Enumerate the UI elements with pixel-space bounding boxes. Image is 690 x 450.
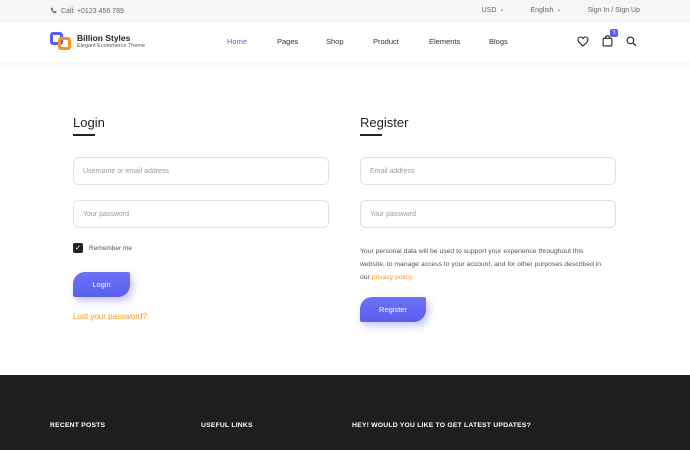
brand-name: Billion Styles [77, 32, 131, 43]
login-section: Login Username or email address Your pas… [73, 115, 329, 321]
remember-checkbox[interactable]: ✓ [73, 243, 83, 253]
nav-home[interactable]: Home [227, 37, 277, 46]
language-select[interactable]: English ⌄ [530, 7, 561, 14]
privacy-text-line: Your personal data will be used to suppo… [360, 248, 584, 255]
nav-product[interactable]: Product [373, 37, 429, 46]
chevron-down-icon: ⌄ [556, 7, 562, 13]
site-footer: RECENT POSTS USEFUL LINKS HEY! WOULD YOU… [0, 375, 690, 450]
email-field[interactable]: Email address [360, 157, 616, 185]
privacy-text-line: website, to manage access to your accoun… [360, 261, 602, 268]
nav-blogs[interactable]: Blogs [489, 37, 508, 46]
logo-mark-icon [50, 30, 72, 52]
lost-password-link[interactable]: Lost your password? [73, 312, 147, 321]
phone-icon [50, 7, 57, 16]
brand-tagline: Elegant Ecommerce Theme [77, 42, 146, 49]
language-label: English [530, 7, 554, 14]
register-password-field[interactable]: Your password [360, 200, 616, 228]
main-nav: Home Pages Shop Product Elements Blogs [227, 37, 508, 46]
footer-useful-links-heading: USEFUL LINKS [201, 422, 253, 429]
site-header: Billion Styles Elegant Ecommerce Theme H… [0, 22, 690, 62]
nav-shop[interactable]: Shop [326, 37, 373, 46]
top-bar: Call: +0123 456 789 USD ⌄ English ⌄ Sign I… [0, 0, 690, 22]
footer-recent-posts-heading: RECENT POSTS [50, 422, 106, 429]
footer-newsletter-heading: HEY! WOULD YOU LIKE TO GET LATEST UPDATE… [352, 422, 531, 429]
sign-in-link[interactable]: Sign In / Sign Up [587, 7, 640, 14]
search-icon[interactable] [624, 34, 638, 48]
login-button[interactable]: Login [73, 272, 130, 297]
nav-pages[interactable]: Pages [277, 37, 326, 46]
login-password-field[interactable]: Your password [73, 200, 329, 228]
cart-count-badge: 3 [610, 29, 618, 37]
remember-me[interactable]: ✓ Remember me [73, 243, 132, 253]
currency-select[interactable]: USD ⌄ [482, 7, 505, 14]
privacy-policy-link[interactable]: privacy policy [372, 274, 413, 281]
login-title: Login [73, 115, 105, 130]
heart-icon[interactable] [576, 34, 590, 48]
phone-info: Call: +0123 456 789 [50, 7, 124, 16]
username-field[interactable]: Username or email address [73, 157, 329, 185]
register-section: Register Email address Your password You… [360, 115, 616, 322]
register-title: Register [360, 115, 409, 130]
title-underline [73, 134, 95, 136]
privacy-notice: Your personal data will be used to suppo… [360, 245, 616, 284]
phone-text: Call: +0123 456 789 [61, 8, 124, 15]
bag-icon[interactable]: 3 [600, 29, 618, 48]
logo[interactable]: Billion Styles Elegant Ecommerce Theme [50, 30, 145, 52]
register-button[interactable]: Register [360, 297, 426, 322]
currency-label: USD [481, 7, 497, 14]
remember-label: Remember me [89, 244, 132, 252]
chevron-down-icon: ⌄ [499, 7, 505, 13]
privacy-text-line: our [360, 274, 370, 281]
nav-elements[interactable]: Elements [429, 37, 489, 46]
title-underline [360, 134, 382, 136]
